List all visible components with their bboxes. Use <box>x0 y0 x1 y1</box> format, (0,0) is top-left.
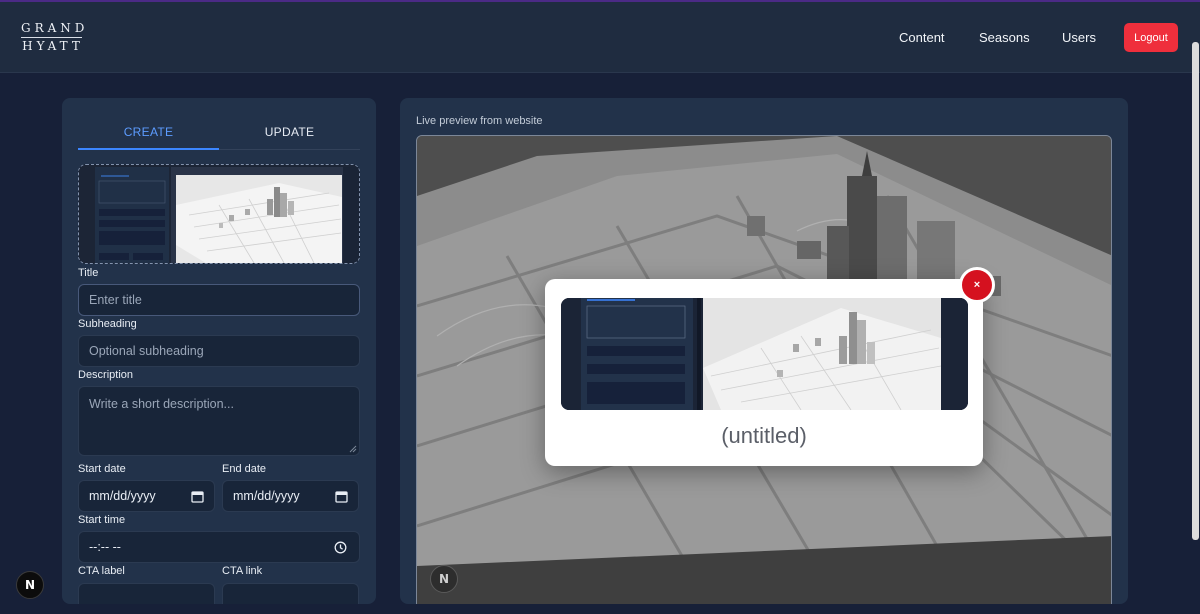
cta-label-input[interactable] <box>78 583 215 604</box>
logo-line-1: GRAND <box>21 21 89 35</box>
page-scrollbar[interactable] <box>1192 42 1199 540</box>
subheading-input[interactable]: Optional subheading <box>78 335 360 367</box>
description-label: Description <box>78 369 134 381</box>
calendar-icon[interactable] <box>191 490 204 503</box>
preview-title: Live preview from website <box>416 115 543 127</box>
app-header: GRAND HYATT Content Seasons Users Logout <box>0 2 1200 73</box>
nextjs-dev-badge-icon[interactable]: N <box>16 571 44 599</box>
nav-content[interactable]: Content <box>899 25 945 51</box>
image-upload-preview[interactable] <box>78 164 360 264</box>
start-time-input[interactable]: --:-- -- <box>78 531 360 563</box>
image-preview-modal: (untitled) <box>545 279 983 466</box>
description-placeholder: Write a short description... <box>89 397 234 411</box>
tab-create[interactable]: CREATE <box>78 120 219 150</box>
start-time-label: Start time <box>78 514 126 526</box>
logo-line-2: HYATT <box>22 39 84 53</box>
start-date-input[interactable]: mm/dd/yyyy <box>78 480 215 512</box>
modal-close-button[interactable]: × <box>959 267 995 303</box>
start-time-placeholder: --:-- -- <box>89 540 121 554</box>
form-tabs: CREATE UPDATE <box>78 120 360 150</box>
subheading-label: Subheading <box>78 318 137 330</box>
modal-screenshot-image <box>561 298 968 410</box>
logout-button[interactable]: Logout <box>1124 23 1178 52</box>
logo-rule <box>21 37 82 38</box>
form-panel: CREATE UPDATE Title Enter title Subheadi… <box>62 98 376 604</box>
calendar-icon[interactable] <box>335 490 348 503</box>
end-date-input[interactable]: mm/dd/yyyy <box>222 480 359 512</box>
start-date-placeholder: mm/dd/yyyy <box>89 489 156 503</box>
cta-link-input[interactable] <box>222 583 359 604</box>
cta-link-label: CTA link <box>222 565 263 577</box>
uploaded-image-thumbnail <box>79 165 359 263</box>
preview-next-badge-icon[interactable]: N <box>430 565 458 593</box>
title-label: Title <box>78 267 99 279</box>
nav-users[interactable]: Users <box>1062 25 1096 51</box>
tab-update[interactable]: UPDATE <box>219 120 360 150</box>
cta-label-label: CTA label <box>78 565 125 577</box>
nav-seasons[interactable]: Seasons <box>979 25 1030 51</box>
start-date-label: Start date <box>78 463 126 475</box>
resize-grip-icon[interactable] <box>349 445 357 453</box>
modal-image <box>561 298 968 410</box>
clock-icon[interactable] <box>334 541 347 554</box>
end-date-label: End date <box>222 463 267 475</box>
title-input[interactable]: Enter title <box>78 284 360 316</box>
modal-title: (untitled) <box>721 423 807 448</box>
description-textarea[interactable]: Write a short description... <box>78 386 360 456</box>
end-date-placeholder: mm/dd/yyyy <box>233 489 300 503</box>
grand-hyatt-logo[interactable]: GRAND HYATT <box>21 22 85 53</box>
